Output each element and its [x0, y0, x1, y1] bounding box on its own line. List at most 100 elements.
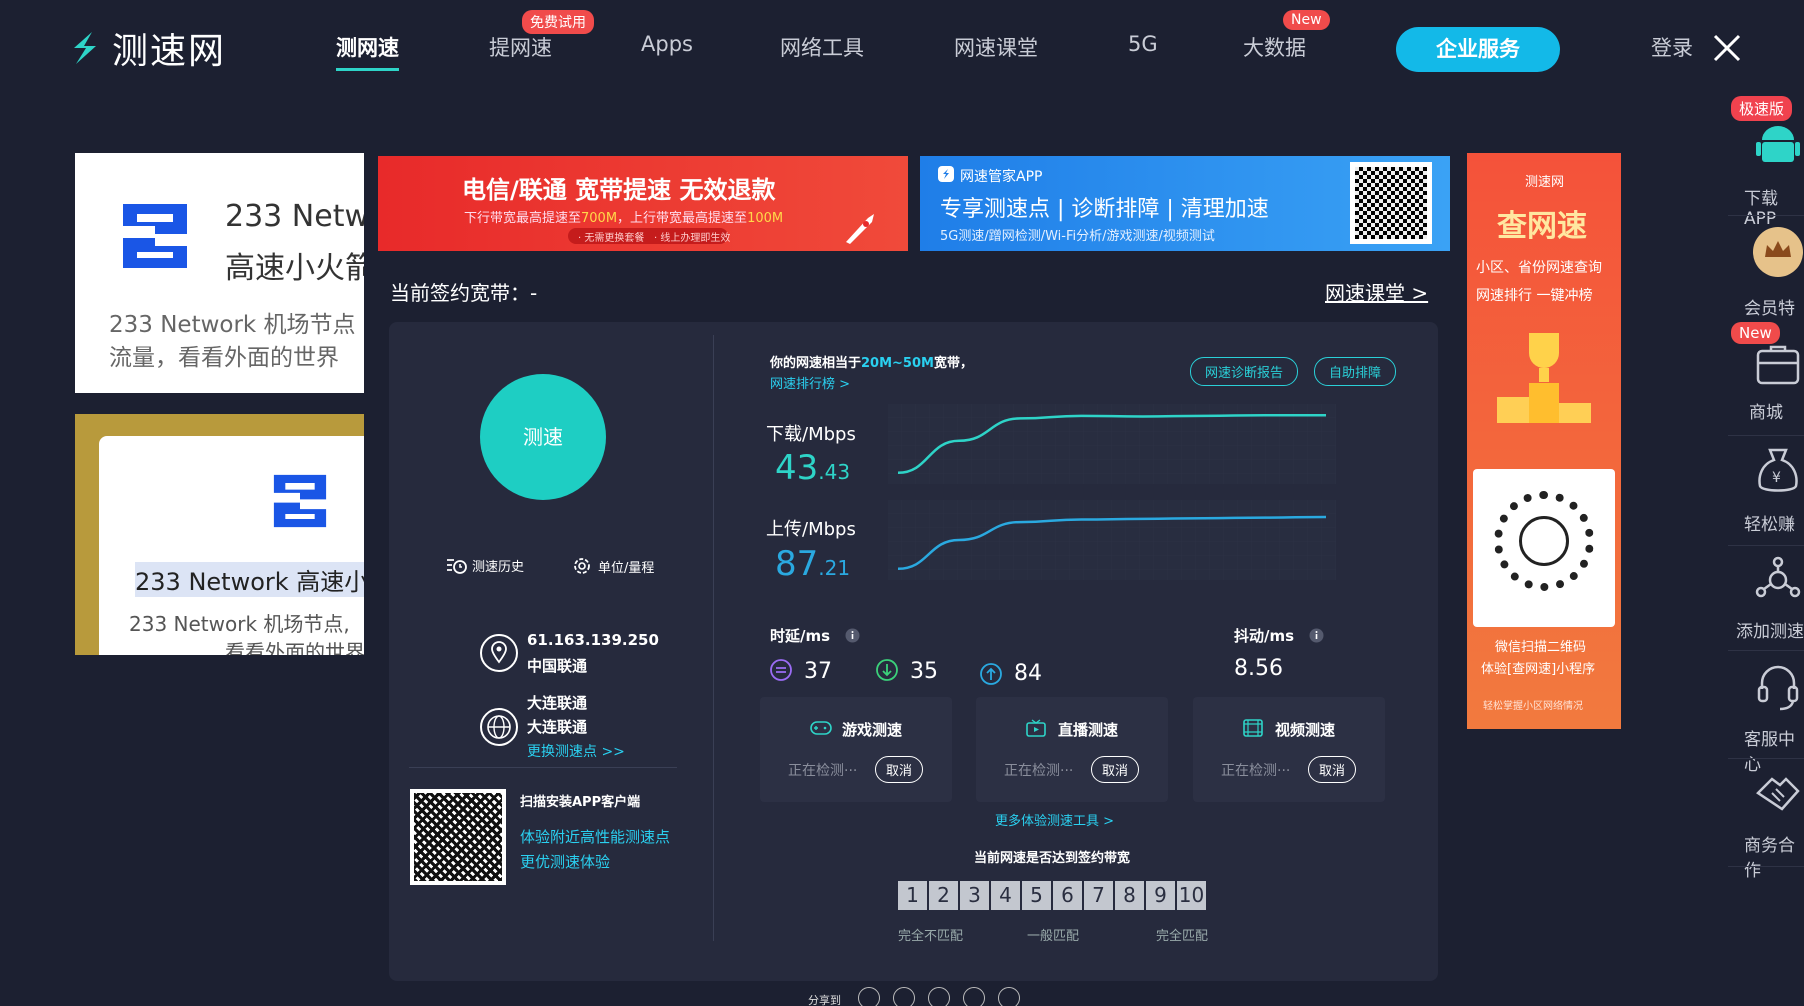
download-arrow-icon: [876, 659, 898, 681]
qr-benefit-line2: 更优测速体验: [520, 853, 611, 871]
jitter-value: 8.56: [1234, 656, 1283, 681]
left-ad-2[interactable]: 233 Network 高速小 233 Network 机场节点, 看看外面的世…: [75, 414, 364, 655]
upload-arrow-icon: [980, 663, 1002, 685]
new-badge: New: [1283, 10, 1330, 30]
video-test-status: 正在检测···: [1221, 763, 1291, 779]
test-node-line1: 大连联通: [527, 694, 588, 712]
logo-icon: [74, 32, 96, 64]
close-icon[interactable]: [1712, 33, 1742, 63]
start-test-button[interactable]: 测速: [480, 374, 606, 500]
video-test-cancel-button[interactable]: 取消: [1308, 756, 1357, 783]
unit-range-button[interactable]: 单位/量程: [572, 556, 654, 576]
qr-install-title: 扫描安装APP客户端: [520, 795, 641, 810]
unit-range-label: 单位/量程: [598, 560, 655, 576]
speed-edition-badge: 极速版: [1731, 96, 1793, 121]
nav-5g[interactable]: 5G: [1128, 32, 1158, 56]
network-233-logo-icon: [123, 204, 187, 268]
signed-bandwidth: 当前签约宽带：-: [390, 281, 538, 305]
match-scale-6[interactable]: 6: [1053, 881, 1082, 910]
change-node-link[interactable]: 更换测速点 >>: [527, 741, 625, 761]
enterprise-button[interactable]: 企业服务: [1396, 27, 1560, 72]
shop-icon: [1756, 345, 1800, 385]
match-scale-4[interactable]: 4: [991, 881, 1020, 910]
share-label: 分享到: [808, 994, 841, 1006]
headset-icon: [1757, 665, 1799, 711]
globe-icon: [480, 708, 518, 746]
match-scale-9[interactable]: 9: [1146, 881, 1175, 910]
classroom-link[interactable]: 网速课堂 >: [1325, 277, 1428, 306]
blue-app-banner[interactable]: 网速管家APP 专享测速点 | 诊断排障 | 清理加速 5G测速/蹭网检测/Wi…: [920, 156, 1450, 251]
sidebar-separator: [1728, 215, 1804, 216]
link-share-icon[interactable]: [998, 987, 1020, 1006]
logo[interactable]: 测速网: [62, 26, 226, 72]
ad1-desc-line2: 流量，看看外面的世界: [109, 345, 339, 371]
nav-apps[interactable]: Apps: [641, 32, 693, 56]
info-icon[interactable]: [1309, 628, 1324, 643]
sidebar-add-test-node[interactable]: 添加测速: [1728, 617, 1804, 642]
nav-boost-speed[interactable]: 提网速: [489, 32, 552, 62]
isp-name: 中国联通: [527, 657, 588, 675]
left-ad-1[interactable]: 233 Netw 高速小火箭 233 Network 机场节点 流量，看看外面的…: [75, 153, 364, 393]
match-scale-1[interactable]: 1: [898, 881, 927, 910]
info-icon[interactable]: [845, 628, 860, 643]
right-ad-scan3: 轻松掌握小区网络情况: [1483, 701, 1583, 712]
game-test-cancel-button[interactable]: 取消: [875, 756, 924, 783]
nav-speed-classroom[interactable]: 网速课堂: [954, 32, 1038, 62]
app-features: 专享测速点 | 诊断排障 | 清理加速: [940, 197, 1269, 222]
jitter-label: 抖动/ms: [1234, 627, 1295, 645]
match-scale-7[interactable]: 7: [1084, 881, 1113, 910]
tv-icon: [1026, 719, 1046, 737]
history-icon: [447, 558, 467, 574]
network-nodes-icon: [1755, 556, 1801, 598]
right-mini-program-ad[interactable]: 测速网 查网速 小区、省份网速查询 网速排行 一键冲榜 微信扫描二维码 体验[查…: [1467, 153, 1621, 729]
mini-program-code: [1473, 469, 1615, 627]
download-latency-value: 35: [910, 659, 938, 684]
qzone-share-icon[interactable]: [963, 987, 985, 1006]
speed-rank-link[interactable]: 网速排行榜 >: [770, 373, 850, 392]
red-promo-banner[interactable]: 电信/联通 宽带提速 无效退款 下行带宽最高提速至700M，上行带宽最高提速至1…: [378, 156, 908, 251]
match-scale-8[interactable]: 8: [1115, 881, 1144, 910]
sidebar-easy-earn[interactable]: 轻松赚: [1728, 510, 1804, 535]
login-link[interactable]: 登录: [1651, 32, 1693, 62]
live-test-cancel-button[interactable]: 取消: [1091, 756, 1140, 783]
video-test-title: 视频测速: [1275, 721, 1336, 739]
live-test-title: 直播测速: [1058, 721, 1119, 739]
nav-network-tools[interactable]: 网络工具: [780, 32, 864, 62]
sidebar-business-cooperation[interactable]: 商务合作: [1728, 831, 1804, 881]
match-scale-10[interactable]: 10: [1177, 881, 1206, 910]
nav-big-data[interactable]: 大数据: [1243, 32, 1306, 62]
right-ad-sub2: 网速排行 一键冲榜: [1476, 288, 1593, 304]
app-logo-icon: [938, 166, 954, 182]
svg-text:¥: ¥: [1772, 470, 1781, 486]
self-troubleshoot-button[interactable]: 自助排障: [1314, 357, 1397, 386]
match-scale-2[interactable]: 2: [929, 881, 958, 910]
app-name: 网速管家APP: [960, 169, 1043, 185]
qq-share-icon[interactable]: [928, 987, 950, 1006]
red-banner-note2: · 线上办理即生效: [654, 233, 731, 244]
sidebar-mall[interactable]: 商城: [1728, 398, 1804, 423]
sidebar-separator: [1728, 650, 1804, 651]
crown-avatar-icon: [1753, 227, 1803, 277]
wechat-share-icon[interactable]: [858, 987, 880, 1006]
app-install-qr-code: [410, 789, 506, 885]
weibo-share-icon[interactable]: [893, 987, 915, 1006]
more-tools-link[interactable]: 更多体验测速工具 >: [995, 810, 1114, 829]
sidebar-download-app[interactable]: 下载APP: [1728, 184, 1804, 229]
match-scale-5[interactable]: 5: [1022, 881, 1051, 910]
red-banner-note1: · 无需更换套餐: [578, 233, 645, 244]
left-divider: [409, 767, 677, 768]
download-value: 43.43: [775, 448, 851, 488]
match-scale-3[interactable]: 3: [960, 881, 989, 910]
test-history-button[interactable]: 测速历史: [446, 556, 524, 575]
match-label-partial: 一般匹配: [1027, 929, 1080, 944]
diagnosis-report-button[interactable]: 网速诊断报告: [1190, 357, 1299, 386]
bandwidth-match-scale[interactable]: 1 2 3 4 5 6 7 8 9 10: [898, 881, 1208, 910]
nav-test-speed[interactable]: 测网速: [336, 32, 399, 71]
ad1-title-line1: 233 Netw: [225, 199, 364, 234]
sidebar-separator: [1728, 866, 1804, 867]
ad1-title-line2: 高速小火箭: [225, 251, 364, 286]
logo-text: 测速网: [112, 31, 227, 72]
video-icon: [1243, 719, 1263, 737]
sidebar-customer-service[interactable]: 客服中心: [1728, 725, 1804, 775]
red-banner-subtitle: 下行带宽最高提速至700M，上行带宽最高提速至100M: [464, 211, 784, 226]
